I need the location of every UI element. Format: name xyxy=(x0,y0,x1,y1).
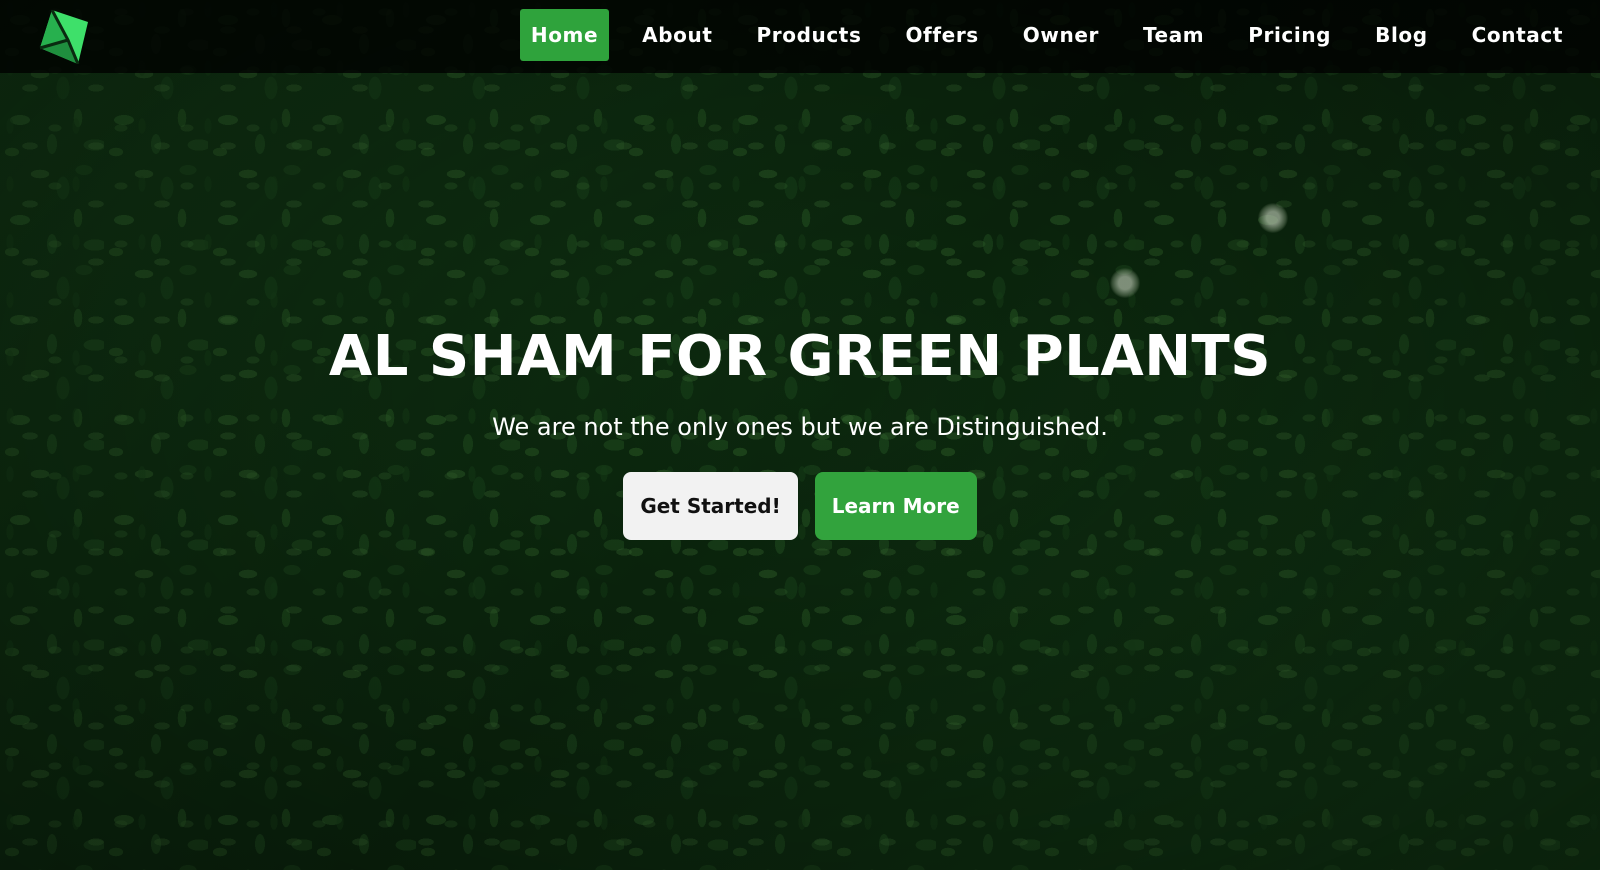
hero-title: AL SHAM FOR GREEN PLANTS xyxy=(328,324,1272,389)
hero-subtitle: We are not the only ones but we are Dist… xyxy=(492,413,1108,441)
get-started-button[interactable]: Get Started! xyxy=(623,472,798,540)
clover-flower xyxy=(1258,203,1288,233)
top-navbar: Home About Products Offers Owner Team Pr… xyxy=(0,0,1600,73)
nav-link-products[interactable]: Products xyxy=(746,9,873,61)
learn-more-button[interactable]: Learn More xyxy=(814,472,977,540)
brand-logo-icon[interactable] xyxy=(38,9,90,65)
nav-link-owner[interactable]: Owner xyxy=(1012,9,1110,61)
nav-link-pricing[interactable]: Pricing xyxy=(1237,9,1342,61)
nav-link-blog[interactable]: Blog xyxy=(1364,9,1439,61)
hero-buttons: Get Started! Learn More xyxy=(0,472,1600,540)
hero-section: AL SHAM FOR GREEN PLANTS We are not the … xyxy=(0,320,1600,540)
page: Home About Products Offers Owner Team Pr… xyxy=(0,0,1600,870)
nav-link-home[interactable]: Home xyxy=(519,9,610,61)
nav-link-team[interactable]: Team xyxy=(1132,9,1215,61)
nav-link-about[interactable]: About xyxy=(631,9,723,61)
clover-flower xyxy=(1110,268,1140,298)
nav-link-contact[interactable]: Contact xyxy=(1461,9,1574,61)
nav-links: Home About Products Offers Owner Team Pr… xyxy=(519,9,1574,61)
nav-link-offers[interactable]: Offers xyxy=(894,9,989,61)
